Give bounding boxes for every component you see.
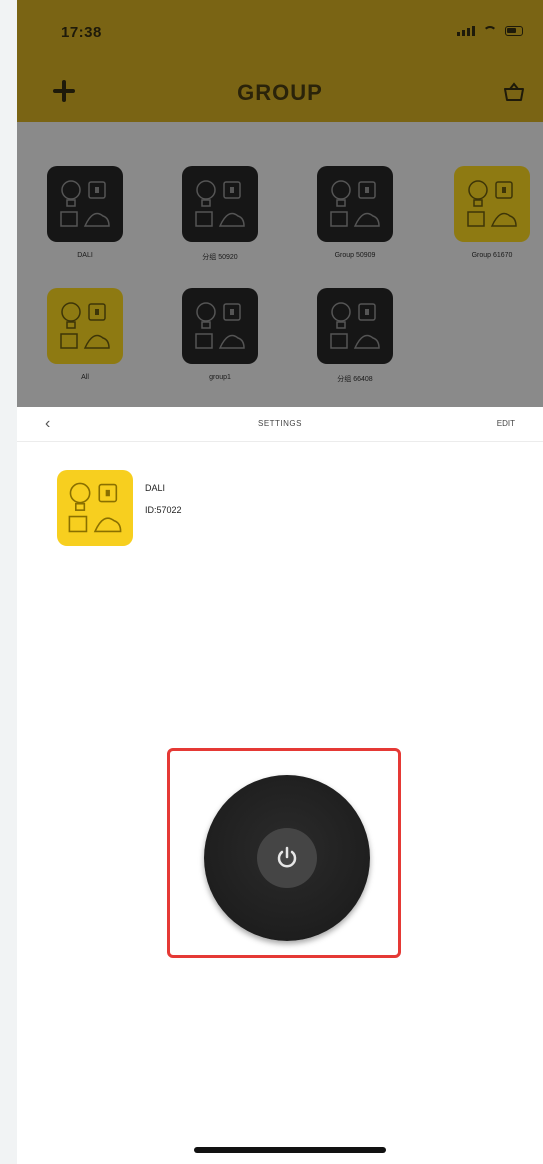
group-tile-50920[interactable]: 分组 50920 — [175, 166, 265, 262]
app-screen: 17:38 GROUP DALI 分组 50920 Group 50909 Gr… — [17, 0, 543, 1164]
lamp-switch-icon — [195, 180, 245, 227]
cart-icon[interactable] — [503, 82, 525, 102]
group-tile-50909[interactable]: Group 50909 — [310, 166, 400, 259]
power-icon — [277, 846, 297, 868]
device-name: DALI — [145, 483, 166, 493]
group-tile-label: Group 50909 — [334, 252, 376, 259]
status-time: 17:38 — [61, 24, 102, 41]
settings-bar: ‹ SETTINGS EDIT — [17, 407, 543, 442]
group-tile-icon — [317, 288, 393, 364]
home-indicator — [194, 1147, 386, 1153]
power-knob[interactable] — [204, 775, 370, 941]
group-header: 17:38 GROUP — [17, 0, 543, 122]
group-tile-icon — [454, 166, 530, 242]
power-button[interactable] — [257, 828, 317, 888]
group-tile-label: Group 61670 — [471, 252, 513, 259]
lamp-switch-icon — [60, 302, 110, 349]
group-tile-66408[interactable]: 分组 66408 — [310, 288, 400, 384]
group-tile-icon — [182, 288, 258, 364]
group-tile-all[interactable]: All — [40, 288, 130, 381]
lamp-switch-icon — [467, 180, 517, 227]
lamp-switch-icon — [330, 180, 380, 227]
group-grid: DALI 分组 50920 Group 50909 Group 61670 Al… — [17, 122, 543, 407]
device-id: ID:57022 — [145, 505, 182, 515]
group-tile-label: group1 — [209, 374, 231, 381]
battery-icon — [505, 26, 523, 36]
group-tile-61670[interactable]: Group 61670 — [447, 166, 537, 259]
group-tile-label: 分组 50920 — [202, 254, 238, 261]
group-tile-label: All — [81, 374, 89, 381]
group-tile-icon — [47, 288, 123, 364]
group-tile-icon — [47, 166, 123, 242]
page-title: GROUP — [237, 80, 323, 105]
status-icons — [457, 26, 523, 36]
group-tile-label: 分组 66408 — [337, 376, 373, 383]
lamp-switch-icon — [60, 180, 110, 227]
signal-icon — [457, 26, 475, 36]
wifi-icon — [483, 26, 497, 36]
device-icon — [57, 470, 133, 546]
edit-button[interactable]: EDIT — [497, 419, 515, 428]
settings-title: SETTINGS — [257, 419, 302, 428]
group-tile-dali[interactable]: DALI — [40, 166, 130, 259]
group-tile-group1[interactable]: group1 — [175, 288, 265, 381]
lamp-switch-icon — [68, 482, 122, 533]
group-tile-icon — [182, 166, 258, 242]
group-tile-label: DALI — [77, 252, 93, 259]
lamp-switch-icon — [330, 302, 380, 349]
lamp-switch-icon — [195, 302, 245, 349]
group-tile-icon — [317, 166, 393, 242]
